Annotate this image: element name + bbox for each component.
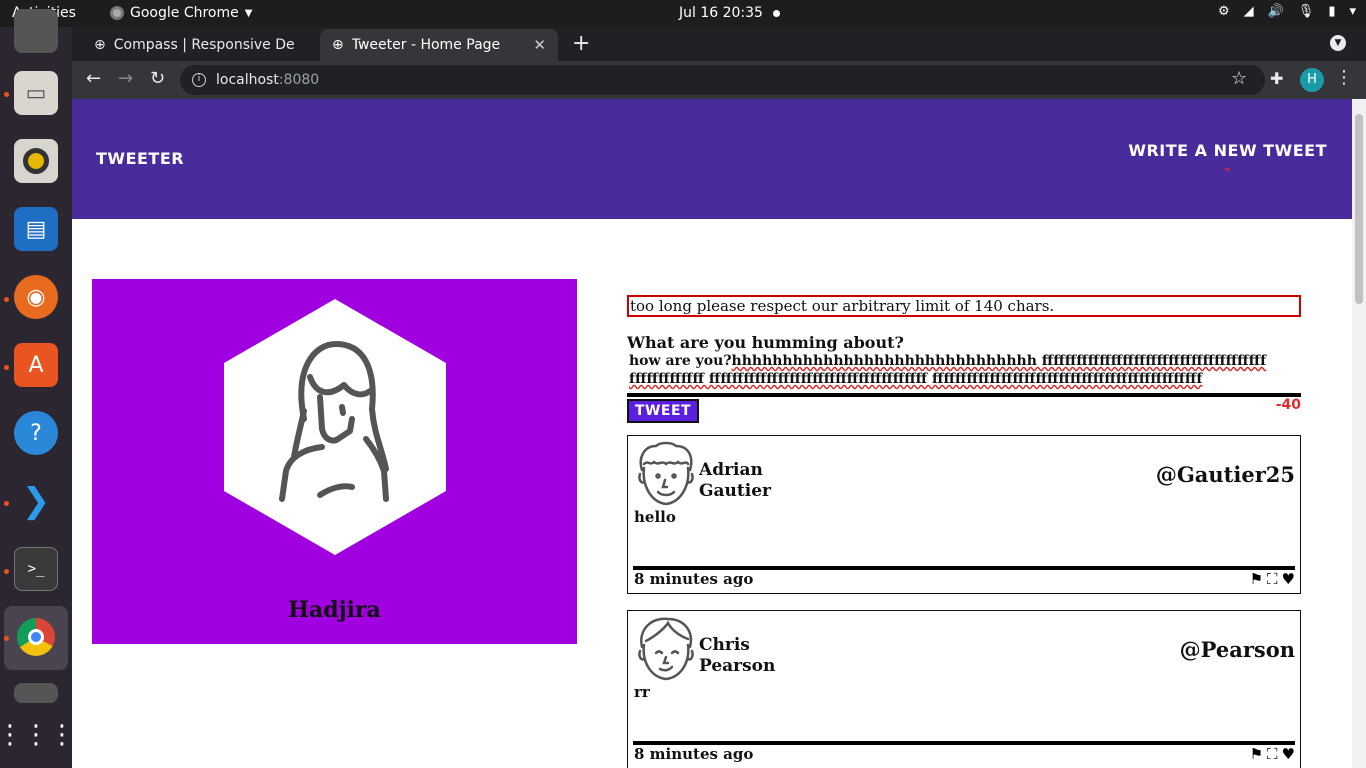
flag-icon[interactable]: ⚑ <box>1250 745 1263 763</box>
navigation-bar: ← → ↻ i localhost:8080 ☆ ✚ H ⋮ <box>72 61 1366 99</box>
dock-app-partial-icon[interactable] <box>14 683 58 703</box>
profile-avatar[interactable]: H <box>1300 68 1324 92</box>
tweet-timestamp: 8 minutes ago <box>634 745 754 763</box>
retweet-icon[interactable]: ⛶ <box>1267 570 1278 588</box>
globe-icon: ⊕ <box>332 37 344 53</box>
url-port: :8080 <box>278 72 320 88</box>
site-info-icon[interactable]: i <box>192 73 206 87</box>
running-indicator <box>4 92 9 97</box>
man-avatar-icon <box>638 617 694 681</box>
system-top-bar: Activities Google Chrome ▼ Jul 16 20:35 … <box>0 0 1366 27</box>
tweet-author-handle: @Gautier25 <box>1155 462 1295 487</box>
flag-icon[interactable]: ⚑ <box>1250 570 1263 588</box>
tweet-timestamp: 8 minutes ago <box>634 570 754 588</box>
double-chevron-down-icon: ⌄ <box>1222 160 1233 174</box>
tweet-author-name: Adrian Gautier <box>699 460 771 501</box>
tweet-author-handle: @Pearson <box>1179 637 1295 662</box>
new-tab-icon[interactable]: + <box>572 31 590 56</box>
site-header: Tweeter Write a new tweet ⌄ <box>72 99 1352 219</box>
caret-down-icon: ▼ <box>244 7 253 19</box>
dock: ▭ ▤ ◉ A ? ❯ >_ ⋮⋮⋮ <box>0 9 75 768</box>
tab-strip: ⊕ Compass | Responsive De ⊕ Tweeter - Ho… <box>72 27 1366 61</box>
address-bar[interactable]: i localhost:8080 <box>180 65 1265 95</box>
system-tray[interactable]: ⚙ ◢ 🔊 🎙 ▮ ▾ <box>1218 4 1356 19</box>
retweet-icon[interactable]: ⛶ <box>1267 745 1278 763</box>
tweet-author-name: Chris Pearson <box>699 635 776 676</box>
character-counter: -40 <box>1275 397 1301 413</box>
page-viewport: Tweeter Write a new tweet ⌄ Hadjira too … <box>72 99 1352 768</box>
bookmark-star-icon[interactable]: ☆ <box>1231 68 1247 89</box>
tab-compass[interactable]: ⊕ Compass | Responsive De <box>82 29 318 61</box>
forward-icon[interactable]: → <box>118 68 133 89</box>
compose-footer: Tweet -40 <box>627 397 1301 425</box>
ubuntu-software-icon[interactable]: A <box>14 343 58 387</box>
url-text[interactable]: localhost:8080 <box>216 72 319 88</box>
tweet-text-plain: how are you? <box>629 353 732 369</box>
running-indicator <box>4 569 9 574</box>
app-name: Google Chrome <box>130 5 239 21</box>
profile-avatar-hexagon <box>224 299 446 555</box>
heart-icon[interactable]: ♥ <box>1282 570 1295 588</box>
profile-card: Hadjira <box>92 279 577 644</box>
terminal-icon[interactable]: >_ <box>14 547 58 591</box>
dock-app-partial-icon[interactable] <box>14 9 58 53</box>
wifi-icon[interactable]: ◢ <box>1244 4 1254 19</box>
app-menu[interactable]: Google Chrome ▼ <box>110 5 252 21</box>
battery-icon[interactable]: ▮ <box>1328 4 1335 19</box>
tab-label: Compass | Responsive De <box>113 37 295 53</box>
tweet-actions: ⚑ ⛶ ♥ <box>1250 745 1295 763</box>
running-indicator <box>4 365 9 370</box>
tweet-card: Chris Pearson @Pearson rr 8 minutes ago … <box>627 610 1301 768</box>
extensions-icon[interactable]: ✚ <box>1270 69 1283 88</box>
libreoffice-writer-icon[interactable]: ▤ <box>14 207 58 251</box>
tweet-body: rr <box>634 683 650 701</box>
tab-label: Tweeter - Home Page <box>351 37 501 53</box>
tweet-body: hello <box>634 508 676 526</box>
vscode-icon[interactable]: ❯ <box>14 479 58 523</box>
power-menu-icon[interactable]: ▾ <box>1349 4 1356 19</box>
show-applications-icon[interactable]: ⋮⋮⋮ <box>0 713 75 757</box>
close-tab-icon[interactable]: ✕ <box>533 36 546 54</box>
page-scrollbar[interactable] <box>1352 99 1366 768</box>
compose-section: too long please respect our arbitrary li… <box>627 295 1301 425</box>
notification-dot <box>773 10 780 17</box>
running-indicator <box>4 297 9 302</box>
rhythmbox-icon[interactable] <box>14 139 58 183</box>
chrome-icon[interactable] <box>14 615 58 659</box>
back-icon[interactable]: ← <box>86 68 101 89</box>
write-new-tweet-label: Write a new tweet <box>1128 141 1327 160</box>
tweet-card: Adrian Gautier @Gautier25 hello 8 minute… <box>627 435 1301 594</box>
chrome-icon <box>110 6 124 20</box>
write-new-tweet-button[interactable]: Write a new tweet ⌄ <box>1128 141 1327 174</box>
url-host: localhost <box>216 72 279 88</box>
files-icon[interactable]: ▭ <box>14 71 58 115</box>
tweet-submit-button[interactable]: Tweet <box>627 399 699 423</box>
tab-tweeter[interactable]: ⊕ Tweeter - Home Page ✕ <box>320 29 558 61</box>
menu-kebab-icon[interactable]: ⋮ <box>1335 67 1353 88</box>
tab-search-icon[interactable]: ▼ <box>1330 35 1346 51</box>
globe-icon: ⊕ <box>94 37 106 53</box>
brand-logo[interactable]: Tweeter <box>96 149 184 168</box>
microphone-icon[interactable]: 🎙 <box>1298 4 1315 19</box>
running-indicator <box>4 636 9 641</box>
error-message: too long please respect our arbitrary li… <box>627 295 1301 317</box>
clock[interactable]: Jul 16 20:35 <box>679 5 763 21</box>
scrollbar-thumb[interactable] <box>1355 114 1363 304</box>
man-curly-hair-avatar-icon <box>638 441 694 506</box>
heart-icon[interactable]: ♥ <box>1282 745 1295 763</box>
settings-icon[interactable]: ⚙ <box>1218 4 1230 19</box>
volume-icon[interactable]: 🔊 <box>1268 4 1284 19</box>
tweet-actions: ⚑ ⛶ ♥ <box>1250 570 1295 588</box>
compose-label: What are you humming about? <box>627 333 904 352</box>
help-icon[interactable]: ? <box>14 411 58 455</box>
reload-icon[interactable]: ↻ <box>150 68 165 89</box>
profile-name: Hadjira <box>288 597 381 623</box>
tweet-textarea[interactable]: how are you?hhhhhhhhhhhhhhhhhhhhhhhhhhhh… <box>629 352 1269 388</box>
firefox-icon[interactable]: ◉ <box>14 275 58 319</box>
running-indicator <box>4 501 9 506</box>
